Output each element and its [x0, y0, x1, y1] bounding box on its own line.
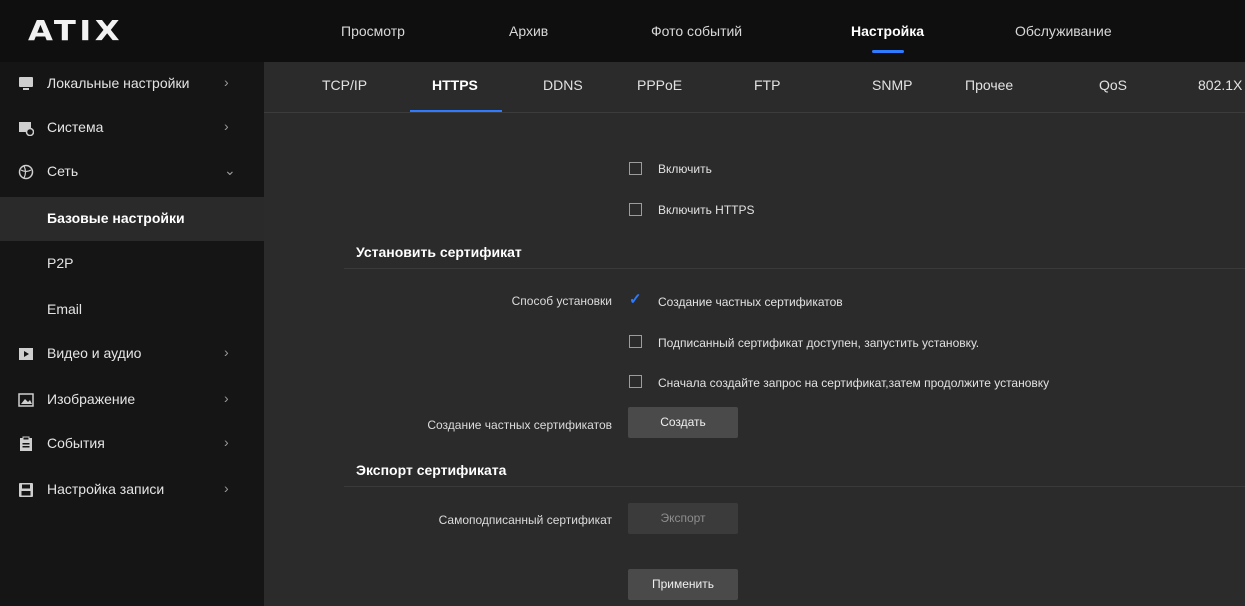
sidebar-item-p2p[interactable]: P2P	[0, 242, 264, 286]
sidebar-item-network[interactable]: Сеть ⌄	[0, 150, 264, 194]
install-option-label: Подписанный сертификат доступен, запусти…	[658, 336, 980, 350]
sidebar-item-label: Локальные настройки	[47, 75, 190, 91]
section-divider	[344, 486, 1245, 487]
sidebar-item-system[interactable]: Система ›	[0, 106, 264, 150]
tab-bar: TCP/IP HTTPS DDNS PPPoE FTP SNMP Прочее …	[264, 62, 1245, 113]
chevron-right-icon: ›	[224, 74, 229, 90]
apply-button[interactable]: Применить	[628, 569, 738, 600]
sidebar-item-recording-settings[interactable]: Настройка записи ›	[0, 468, 264, 512]
sidebar-item-label: Email	[47, 301, 83, 317]
sidebar-item-label: Базовые настройки	[47, 210, 185, 226]
create-private-cert-label: Создание частных сертификатов	[427, 418, 612, 432]
self-signed-cert-label: Самоподписанный сертификат	[438, 513, 612, 527]
image-icon	[18, 392, 34, 408]
sidebar-item-image[interactable]: Изображение ›	[0, 378, 264, 422]
private-cert-radio[interactable]	[629, 290, 642, 308]
sidebar-item-label: Изображение	[47, 391, 136, 407]
section-divider	[344, 268, 1245, 269]
tab-other[interactable]: Прочее	[965, 77, 1013, 93]
tab-ddns[interactable]: DDNS	[543, 77, 583, 93]
system-icon	[18, 120, 34, 136]
sidebar-item-local-settings[interactable]: Локальные настройки ›	[0, 62, 264, 106]
enable-https-checkbox[interactable]	[629, 203, 642, 216]
tab-https[interactable]: HTTPS	[432, 77, 478, 93]
install-method-label: Способ установки	[511, 294, 612, 308]
chevron-right-icon: ›	[224, 118, 229, 134]
tab-8021x[interactable]: 802.1X	[1198, 77, 1242, 93]
tab-active-indicator	[410, 110, 502, 112]
chevron-right-icon: ›	[224, 480, 229, 496]
tab-snmp[interactable]: SNMP	[872, 77, 912, 93]
install-certificate-title: Установить сертификат	[356, 244, 522, 260]
topnav-event-photos[interactable]: Фото событий	[651, 23, 742, 39]
enable-checkbox[interactable]	[629, 162, 642, 175]
create-button[interactable]: Создать	[628, 407, 738, 438]
sidebar-item-label: P2P	[47, 255, 74, 271]
enable-label: Включить	[658, 162, 712, 176]
save-icon	[18, 482, 34, 498]
topnav-archive[interactable]: Архив	[509, 23, 548, 39]
sidebar-item-label: Настройка записи	[47, 481, 165, 497]
topnav-preview[interactable]: Просмотр	[341, 23, 405, 39]
top-bar: ATIX Просмотр Архив Фото событий Настрой…	[0, 0, 1245, 62]
clipboard-icon	[18, 436, 34, 452]
chevron-right-icon: ›	[224, 390, 229, 406]
sidebar: Локальные настройки › Система › Сеть ⌄ Б…	[0, 62, 264, 606]
cert-request-radio[interactable]	[629, 375, 642, 388]
install-option-label: Создание частных сертификатов	[658, 295, 843, 309]
signed-cert-radio[interactable]	[629, 335, 642, 348]
monitor-icon	[18, 76, 34, 92]
video-icon	[18, 346, 34, 362]
sidebar-item-label: Сеть	[47, 163, 79, 179]
enable-https-label: Включить HTTPS	[658, 203, 755, 217]
sidebar-item-events[interactable]: События ›	[0, 422, 264, 466]
chevron-down-icon: ⌄	[224, 162, 236, 178]
sidebar-item-label: События	[47, 435, 105, 451]
chevron-right-icon: ›	[224, 434, 229, 450]
tab-tcpip[interactable]: TCP/IP	[322, 77, 367, 93]
globe-icon	[18, 164, 34, 180]
tab-qos[interactable]: QoS	[1099, 77, 1127, 93]
install-option-label: Сначала создайте запрос на сертификат,за…	[658, 376, 1050, 390]
sidebar-item-label: Система	[47, 119, 104, 135]
sidebar-item-video-audio[interactable]: Видео и аудио ›	[0, 332, 264, 376]
topnav-active-indicator	[872, 50, 904, 53]
chevron-right-icon: ›	[224, 344, 229, 360]
logo: ATIX	[28, 14, 124, 47]
topnav-settings[interactable]: Настройка	[851, 23, 924, 39]
tab-pppoe[interactable]: PPPoE	[637, 77, 682, 93]
tab-ftp[interactable]: FTP	[754, 77, 780, 93]
sidebar-item-email[interactable]: Email	[0, 288, 264, 332]
export-certificate-title: Экспорт сертификата	[356, 462, 507, 478]
sidebar-item-basic-settings[interactable]: Базовые настройки	[0, 197, 264, 241]
export-button[interactable]: Экспорт	[628, 503, 738, 534]
topnav-maintenance[interactable]: Обслуживание	[1015, 23, 1112, 39]
sidebar-item-label: Видео и аудио	[47, 345, 142, 361]
